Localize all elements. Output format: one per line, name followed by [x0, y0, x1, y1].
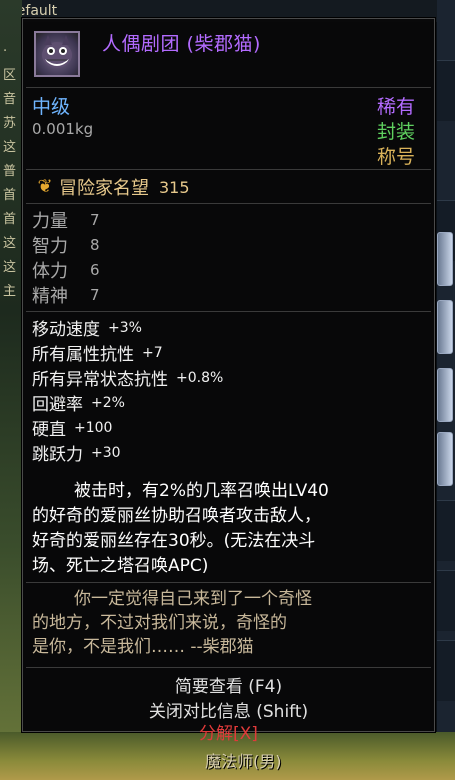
item-grade: 中级: [32, 96, 71, 118]
effect-row: 所有异常状态抗性 +0.8%: [32, 365, 224, 391]
fame-label: 冒险家名望: [59, 178, 149, 199]
adventurer-fame: ❦ 冒险家名望 315: [34, 175, 190, 199]
effect-row: 移动速度 +3%: [32, 315, 223, 341]
effect-row: 跳跃力 +30: [32, 440, 223, 466]
equipment-tab[interactable]: [437, 232, 453, 286]
divider: [26, 582, 431, 583]
item-name: 人偶剧团 (柴郡猫): [102, 33, 261, 55]
equipment-tab[interactable]: [437, 432, 453, 486]
item-weight: 0.001kg: [32, 120, 94, 138]
left-menu-marks: · 区音苏这普首首这这主: [3, 40, 17, 304]
left-menu-mark[interactable]: 区: [3, 64, 17, 88]
effect-value: +3%: [108, 319, 142, 336]
divider: [26, 169, 431, 170]
effect-row: 所有属性抗性 +7: [32, 340, 223, 366]
skill-description: 被击时，有2%的几率召唤出LV40 的好奇的爱丽丝协助召唤者攻击敌人， 好奇的爱…: [32, 479, 428, 579]
item-sealed-status: 封装: [376, 121, 415, 143]
divider: [26, 667, 431, 668]
equipment-tab[interactable]: [437, 300, 453, 354]
stat-name: 精神: [32, 285, 68, 307]
effect-name: 硬直: [32, 420, 66, 440]
effect-name: 回避率: [32, 395, 83, 415]
effect-row: 硬直 +100: [32, 415, 223, 441]
stat-row: 体力 6: [32, 257, 100, 282]
skill-line: 好奇的爱丽丝存在30秒。(无法在决斗: [32, 531, 316, 551]
flavor-line: 你一定觉得自己来到了一个奇怪: [74, 589, 312, 609]
stat-name: 体力: [32, 260, 68, 282]
skill-line: 场、死亡之塔召唤APC): [32, 556, 209, 576]
left-menu-strip: · 区音苏这普首首这这主: [0, 0, 22, 780]
stat-value: 8: [90, 235, 100, 254]
effect-value: +0.8%: [176, 369, 224, 386]
left-menu-mark[interactable]: 普: [3, 160, 17, 184]
equipment-slot[interactable]: [437, 640, 455, 701]
divider: [26, 87, 431, 88]
item-type: 称号: [376, 146, 415, 168]
stat-row: 力量 7: [32, 207, 100, 232]
effect-row: 回避率 +2%: [32, 390, 223, 416]
stat-name: 智力: [32, 235, 68, 257]
effect-value: +7: [142, 344, 163, 361]
flavor-line: 是你，不是我们…… --柴郡猫: [32, 637, 254, 657]
equipment-tab[interactable]: [437, 368, 453, 422]
stat-name: 力量: [32, 210, 68, 232]
left-menu-mark[interactable]: 这: [3, 136, 17, 160]
effect-value: +100: [74, 419, 113, 436]
effect-value: +2%: [91, 394, 125, 411]
character-class-label: 魔法师(男): [205, 752, 282, 771]
right-equipment-strip: [437, 0, 455, 780]
skill-line: 的好奇的爱丽丝协助召唤者攻击敌人，: [32, 506, 321, 526]
left-menu-mark[interactable]: 首: [3, 184, 17, 208]
item-tooltip: 人偶剧团 (柴郡猫) 中级 0.001kg 稀有 封装 称号 ❦ 冒险家名望 3…: [22, 18, 435, 744]
left-menu-mark[interactable]: 首: [3, 208, 17, 232]
brief-view-hint[interactable]: 简要查看 (F4): [23, 672, 434, 697]
left-menu-mark[interactable]: 音: [3, 88, 17, 112]
disassemble-hint[interactable]: 分解[X]: [23, 719, 434, 744]
stat-row: 智力 8: [32, 232, 100, 257]
stat-value: 7: [90, 210, 100, 229]
divider: [26, 311, 431, 312]
left-menu-mark[interactable]: 苏: [3, 112, 17, 136]
flavor-text: 你一定觉得自己来到了一个奇怪 的地方，不过对我们来说，奇怪的 是你，不是我们………: [32, 587, 428, 659]
base-stats: 力量 7 智力 8 体力 6 精神 7: [32, 207, 100, 307]
left-menu-mark[interactable]: ·: [3, 40, 17, 64]
effect-name: 移动速度: [32, 320, 100, 340]
flavor-line: 的地方，不过对我们来说，奇怪的: [32, 613, 287, 633]
cheshire-cat-icon: [34, 31, 80, 77]
equipment-slot[interactable]: [437, 60, 455, 121]
stat-row: 精神 7: [32, 282, 100, 307]
tooltip-header: 人偶剧团 (柴郡猫): [23, 19, 434, 87]
equipment-slot[interactable]: [437, 570, 455, 631]
skill-line: 被击时，有2%的几率召唤出LV40: [74, 481, 329, 501]
fame-icon: ❦: [37, 176, 53, 197]
left-menu-mark[interactable]: 这: [3, 256, 17, 280]
stat-value: 6: [90, 260, 100, 279]
left-menu-mark[interactable]: 这: [3, 232, 17, 256]
divider: [26, 203, 431, 204]
stat-value: 7: [90, 285, 100, 304]
effect-value: +30: [91, 444, 121, 461]
effect-name: 所有异常状态抗性: [32, 370, 168, 390]
equipment-slot[interactable]: [437, 500, 455, 561]
item-effects: 移动速度 +3% 所有属性抗性 +7 所有异常状态抗性 +0.8% 回避率 +2…: [32, 315, 224, 466]
fame-value: 315: [159, 177, 190, 197]
effect-name: 跳跃力: [32, 445, 83, 465]
effect-name: 所有属性抗性: [32, 345, 134, 365]
item-rarity: 稀有: [376, 96, 415, 118]
left-menu-mark[interactable]: 主: [3, 280, 17, 304]
